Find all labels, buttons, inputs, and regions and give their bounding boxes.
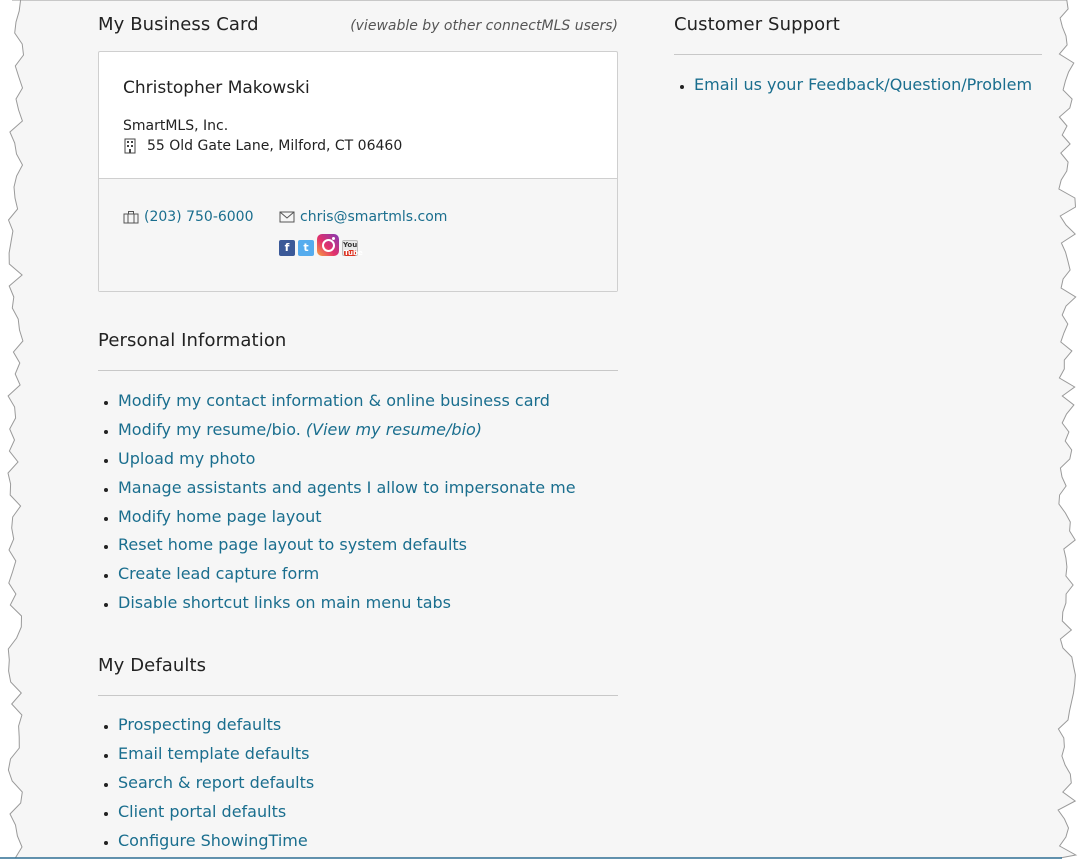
list-item: Modify my resume/bio. (View my resume/bi… xyxy=(118,420,618,440)
search-report-defaults-link[interactable]: Search & report defaults xyxy=(118,773,314,792)
customer-support-section: Customer Support Email us your Feedback/… xyxy=(674,14,1042,95)
my-defaults-list: Prospecting defaults Email template defa… xyxy=(98,715,618,851)
list-item: Email template defaults xyxy=(118,744,618,764)
page-frame: My Business Card (viewable by other conn… xyxy=(0,0,1085,860)
create-lead-form-link[interactable]: Create lead capture form xyxy=(118,564,319,583)
building-icon xyxy=(124,138,136,154)
list-item: Search & report defaults xyxy=(118,773,618,793)
my-defaults-header: My Defaults xyxy=(98,655,618,685)
social-icons: f t You Tube xyxy=(279,234,363,257)
list-item: Disable shortcut links on main menu tabs xyxy=(118,593,618,613)
disable-shortcut-links-link[interactable]: Disable shortcut links on main menu tabs xyxy=(118,593,451,612)
left-column: My Business Card (viewable by other conn… xyxy=(98,14,618,860)
business-card-visibility-note: (viewable by other connectMLS users) xyxy=(350,18,618,34)
email-template-defaults-link[interactable]: Email template defaults xyxy=(118,744,309,763)
business-card-identity: Christopher Makowski SmartMLS, Inc. 55 O… xyxy=(99,52,617,179)
modify-contact-link[interactable]: Modify my contact information & online b… xyxy=(118,391,550,410)
customer-support-title: Customer Support xyxy=(674,14,840,35)
list-item: Email us your Feedback/Question/Problem xyxy=(694,75,1042,95)
list-item: Configure ShowingTime xyxy=(118,831,618,851)
my-defaults-divider xyxy=(98,695,618,697)
list-item: Modify home page layout xyxy=(118,507,618,527)
card-address-row: 55 Old Gate Lane, Milford, CT 06460 xyxy=(123,138,593,154)
email-feedback-link[interactable]: Email us your Feedback/Question/Problem xyxy=(694,75,1032,94)
customer-support-header: Customer Support xyxy=(674,14,1042,44)
instagram-icon[interactable] xyxy=(317,234,339,256)
personal-information-divider xyxy=(98,370,618,371)
briefcase-icon xyxy=(123,211,139,224)
business-card-title: My Business Card xyxy=(98,14,259,35)
envelope-icon xyxy=(279,211,295,223)
my-defaults-title: My Defaults xyxy=(98,655,207,677)
list-item: Modify my contact information & online b… xyxy=(118,391,618,411)
configure-showingtime-link[interactable]: Configure ShowingTime xyxy=(118,831,308,850)
list-item: Client portal defaults xyxy=(118,802,618,822)
manage-assistants-link[interactable]: Manage assistants and agents I allow to … xyxy=(118,478,576,497)
personal-information-title: Personal Information xyxy=(98,330,287,351)
list-item: Upload my photo xyxy=(118,449,618,469)
upload-photo-link[interactable]: Upload my photo xyxy=(118,449,255,468)
business-card-contacts: (203) 750-6000 chris@smartmls.com f t Yo… xyxy=(99,179,617,291)
twitter-icon[interactable]: t xyxy=(298,240,314,256)
personal-information-header: Personal Information xyxy=(98,330,618,360)
my-defaults-section: My Defaults Prospecting defaults Email t… xyxy=(98,655,618,851)
list-item: Manage assistants and agents I allow to … xyxy=(118,478,618,498)
list-item: Create lead capture form xyxy=(118,564,618,584)
list-item: Reset home page layout to system default… xyxy=(118,535,618,555)
card-address: 55 Old Gate Lane, Milford, CT 06460 xyxy=(147,138,403,154)
client-portal-defaults-link[interactable]: Client portal defaults xyxy=(118,802,286,821)
modify-home-layout-link[interactable]: Modify home page layout xyxy=(118,507,322,526)
modify-resume-link[interactable]: Modify my resume/bio. xyxy=(118,420,301,439)
business-card-header: My Business Card (viewable by other conn… xyxy=(98,14,618,44)
customer-support-divider xyxy=(674,54,1042,55)
business-card-section: My Business Card (viewable by other conn… xyxy=(98,14,618,292)
business-card: Christopher Makowski SmartMLS, Inc. 55 O… xyxy=(98,51,618,292)
card-email-row: chris@smartmls.com xyxy=(279,209,447,225)
view-resume-link[interactable]: (View my resume/bio) xyxy=(306,420,482,439)
reset-home-layout-link[interactable]: Reset home page layout to system default… xyxy=(118,535,467,554)
card-company: SmartMLS, Inc. xyxy=(123,118,229,134)
facebook-icon[interactable]: f xyxy=(279,240,295,256)
card-phone-link[interactable]: (203) 750-6000 xyxy=(144,209,254,225)
card-name: Christopher Makowski xyxy=(123,78,310,98)
right-column: Customer Support Email us your Feedback/… xyxy=(674,14,1042,104)
customer-support-list: Email us your Feedback/Question/Problem xyxy=(674,75,1042,95)
list-item: Prospecting defaults xyxy=(118,715,618,735)
personal-information-section: Personal Information Modify my contact i… xyxy=(98,330,618,613)
card-email-link[interactable]: chris@smartmls.com xyxy=(300,209,447,225)
personal-information-list: Modify my contact information & online b… xyxy=(98,391,618,613)
prospecting-defaults-link[interactable]: Prospecting defaults xyxy=(118,715,281,734)
youtube-icon[interactable]: You Tube xyxy=(342,240,363,257)
card-phone-row: (203) 750-6000 xyxy=(123,209,254,225)
